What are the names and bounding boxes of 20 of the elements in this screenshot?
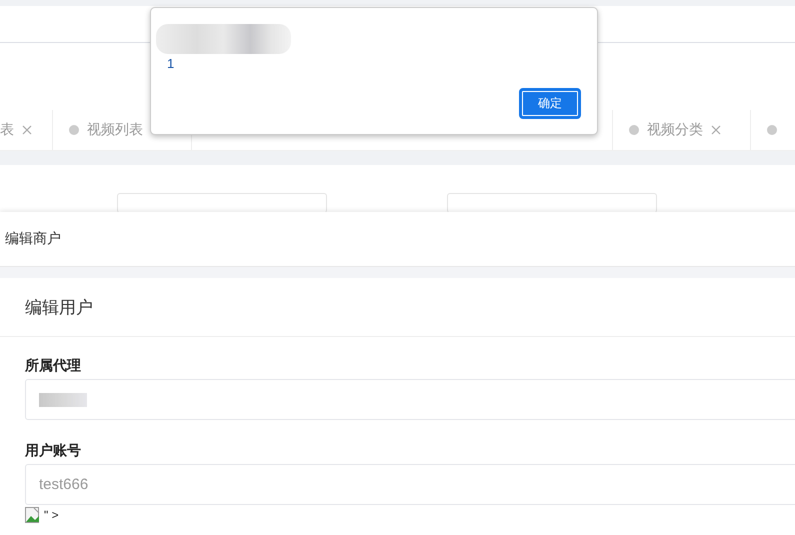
page-tab[interactable]: 表: [0, 110, 53, 150]
dot-icon: [767, 125, 777, 135]
field-label: 用户账号: [25, 441, 82, 460]
drawer-title: 编辑商户: [5, 230, 61, 248]
redacted-value: [39, 392, 87, 406]
card-title: 编辑用户: [25, 296, 93, 318]
broken-image-icon: [25, 507, 41, 523]
dot-icon: [629, 125, 639, 135]
close-icon[interactable]: [22, 125, 32, 135]
dot-icon: [69, 125, 79, 135]
close-icon[interactable]: [711, 125, 721, 135]
ok-button[interactable]: 确定: [519, 88, 581, 119]
input-field[interactable]: [117, 193, 327, 213]
field-label: 所属代理: [25, 356, 82, 375]
input-field[interactable]: test666: [25, 464, 795, 505]
alert-message: 1: [167, 56, 174, 71]
page-tab[interactable]: 视频分类: [612, 110, 751, 150]
select-field[interactable]: [447, 193, 657, 213]
markup-text: " >: [44, 508, 59, 522]
input-field[interactable]: [25, 379, 795, 420]
